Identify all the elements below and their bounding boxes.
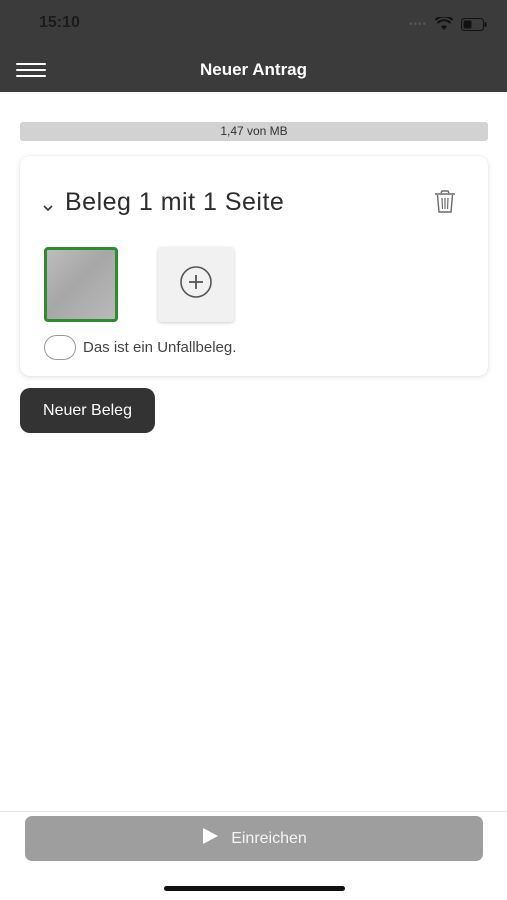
add-page-button[interactable] xyxy=(158,247,234,322)
plus-circle-icon xyxy=(179,265,213,304)
bottom-divider xyxy=(0,811,507,812)
wifi-icon xyxy=(435,17,453,31)
signal-icon: •••• xyxy=(408,18,427,30)
accident-label: Das ist ein Unfallbeleg. xyxy=(83,339,237,356)
trash-icon[interactable] xyxy=(434,190,456,214)
status-icons: •••• xyxy=(409,16,487,32)
submit-label: Einreichen xyxy=(231,829,307,847)
receipt-title: Beleg 1 mit 1 Seite xyxy=(65,188,285,216)
accident-radio[interactable] xyxy=(44,335,76,360)
submit-button[interactable]: Einreichen xyxy=(25,816,483,861)
upload-progress-bar: 1,47 von MB xyxy=(20,122,488,141)
upload-progress-label: 1,47 von MB xyxy=(220,124,288,138)
battery-icon xyxy=(461,17,487,31)
home-indicator xyxy=(164,886,345,891)
new-receipt-button[interactable]: Neuer Beleg xyxy=(20,388,155,433)
receipt-card: Beleg 1 mit 1 Seite Das ist ein Unfallbe… xyxy=(20,156,488,376)
chevron-down-icon[interactable] xyxy=(42,200,54,212)
status-time: 15:10 xyxy=(39,14,80,31)
play-icon xyxy=(201,827,219,850)
app-header: 15:10 •••• Neuer Antrag xyxy=(0,0,507,92)
page-thumbnail[interactable] xyxy=(44,247,118,322)
page-title: Neuer Antrag xyxy=(199,60,308,79)
